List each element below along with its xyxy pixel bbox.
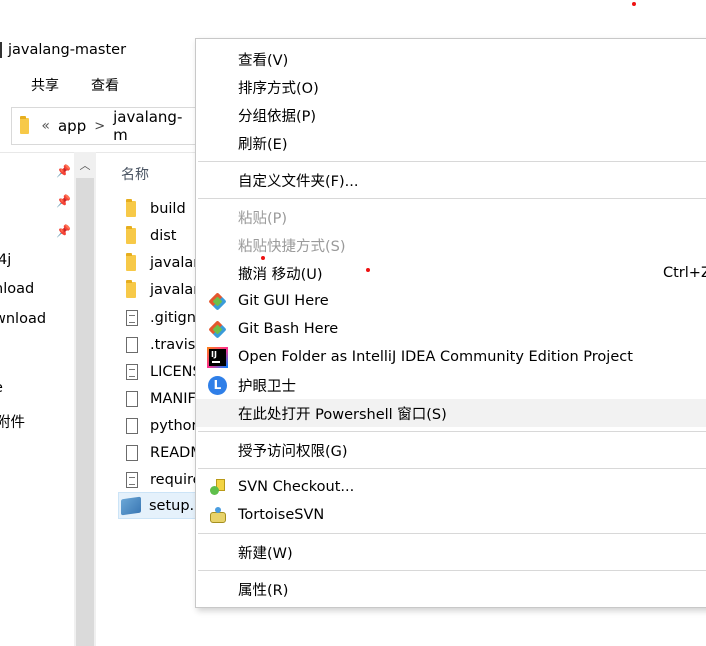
menu-item-git-bash-here[interactable]: Git Bash Here [196, 315, 706, 343]
file-name: dist [150, 227, 177, 244]
git-bash-icon [208, 320, 227, 339]
pin-icon[interactable]: 📌 [56, 194, 71, 208]
menu-item-label: Git GUI Here [238, 293, 329, 309]
folder-icon [126, 198, 136, 217]
menu-item-customize-folder[interactable]: 自定义文件夹(F)... [196, 166, 706, 194]
file-name: require [150, 471, 202, 488]
menu-item-label: 查看(V) [238, 52, 289, 69]
annotation-dot [261, 256, 265, 260]
menu-item-label: 粘贴(P) [238, 210, 288, 227]
tab-share[interactable]: 共享 [31, 75, 59, 95]
menu-item-shortcut: Ctrl+Z [663, 265, 706, 281]
menu-item-label: 授予访问权限(G) [238, 443, 348, 460]
git-gui-icon [208, 292, 227, 311]
menu-item-svn-checkout[interactable]: SVN Checkout... [196, 473, 706, 501]
address-bar[interactable]: « app > javalang-m [11, 107, 201, 145]
file-icon [126, 309, 138, 326]
menu-item-view[interactable]: 查看(V) [196, 45, 706, 73]
menu-separator [198, 198, 706, 199]
menu-separator [198, 468, 706, 469]
file-name: LICENS [150, 363, 202, 380]
menu-item-label: 在此处打开 Powershell 窗口(S) [238, 406, 447, 423]
title-bar: javalang-master [0, 36, 126, 64]
menu-separator [198, 570, 706, 571]
context-menu: 查看(V) 排序方式(O) 分组依据(P) 刷新(E) 自定义文件夹(F)...… [195, 38, 706, 608]
folder-icon [20, 116, 30, 134]
scroll-up-icon[interactable]: ︿ [76, 158, 94, 174]
menu-item-properties[interactable]: 属性(R) [196, 575, 706, 603]
menu-item-open-intellij[interactable]: IJ Open Folder as IntelliJ IDEA Communit… [196, 343, 706, 371]
pin-icon[interactable]: 📌 [56, 164, 71, 178]
menu-item-new[interactable]: 新建(W) [196, 538, 706, 566]
folder-icon [126, 225, 136, 244]
pin-icon[interactable]: 📌 [56, 224, 71, 238]
menu-item-paste: 粘贴(P) [196, 203, 706, 231]
folder-icon [126, 279, 136, 298]
breadcrumb-separator-icon[interactable]: > [94, 119, 105, 134]
eye-guard-icon: L [208, 376, 227, 395]
tab-view[interactable]: 查看 [91, 75, 119, 95]
menu-item-label: 分组依据(P) [238, 108, 317, 125]
menu-separator [198, 431, 706, 432]
menu-item-sort-by[interactable]: 排序方式(O) [196, 73, 706, 101]
breadcrumb-javalang-master[interactable]: javalang-m [113, 108, 192, 144]
file-name: .travis. [150, 336, 200, 353]
file-name: setup. [149, 497, 195, 514]
column-header-name[interactable]: 名称 [121, 164, 149, 184]
menu-item-label: Git Bash Here [238, 321, 339, 337]
menu-item-refresh[interactable]: 刷新(E) [196, 129, 706, 157]
menu-item-group-by[interactable]: 分组依据(P) [196, 101, 706, 129]
intellij-icon: IJ [209, 349, 226, 366]
nav-item[interactable]: 4j [0, 252, 11, 268]
menu-item-undo-move[interactable]: 撤消 移动(U) Ctrl+Z [196, 259, 706, 287]
menu-item-label: 自定义文件夹(F)... [238, 173, 359, 190]
nav-scrollbar-thumb[interactable] [76, 178, 94, 646]
window-icon [0, 42, 2, 58]
svn-checkout-icon [210, 479, 226, 496]
file-icon [126, 336, 138, 353]
file-icon [126, 390, 138, 407]
file-name: build [150, 200, 186, 217]
file-icon [126, 417, 138, 434]
menu-item-label: 新建(W) [238, 545, 293, 562]
tortoisesvn-icon [208, 506, 228, 525]
file-icon [126, 363, 138, 380]
menu-item-git-gui-here[interactable]: Git GUI Here [196, 287, 706, 315]
menu-item-label: 护眼卫士 [238, 378, 296, 395]
menu-item-eye-guard[interactable]: L 护眼卫士 [196, 371, 706, 399]
nav-item[interactable]: nload [0, 281, 34, 297]
menu-item-label: 属性(R) [238, 582, 289, 599]
nav-item[interactable]: 附件 [0, 411, 25, 432]
menu-separator [198, 533, 706, 534]
breadcrumb-overflow[interactable]: « [41, 118, 50, 134]
menu-item-tortoisesvn[interactable]: TortoiseSVN [196, 501, 706, 529]
annotation-dot [366, 268, 370, 272]
menu-item-label: SVN Checkout... [238, 479, 355, 495]
menu-item-label: 粘贴快捷方式(S) [238, 238, 346, 255]
nav-item[interactable]: e [0, 380, 3, 396]
file-name: MANIF [150, 390, 196, 407]
file-name: .gitign [150, 309, 196, 326]
python-file-icon [121, 496, 141, 515]
folder-icon [126, 252, 136, 271]
menu-item-grant-access[interactable]: 授予访问权限(G) [196, 436, 706, 464]
nav-item[interactable]: wnload [0, 311, 46, 327]
menu-item-open-powershell[interactable]: 在此处打开 Powershell 窗口(S) [196, 399, 706, 427]
breadcrumb-app[interactable]: app [58, 117, 86, 135]
menu-item-label: 刷新(E) [238, 136, 288, 153]
menu-item-label: 撤消 移动(U) [238, 266, 323, 283]
menu-separator [198, 161, 706, 162]
annotation-dot [632, 2, 636, 6]
menu-item-label: TortoiseSVN [238, 507, 325, 523]
file-name: pythor [150, 417, 198, 434]
menu-item-label: 排序方式(O) [238, 80, 319, 97]
file-icon [126, 444, 138, 461]
menu-item-paste-shortcut: 粘贴快捷方式(S) [196, 231, 706, 259]
menu-item-label: Open Folder as IntelliJ IDEA Community E… [238, 349, 633, 365]
window-title: javalang-master [8, 42, 127, 58]
ribbon-tabs: 共享 查看 [0, 70, 137, 100]
file-icon [126, 471, 138, 488]
